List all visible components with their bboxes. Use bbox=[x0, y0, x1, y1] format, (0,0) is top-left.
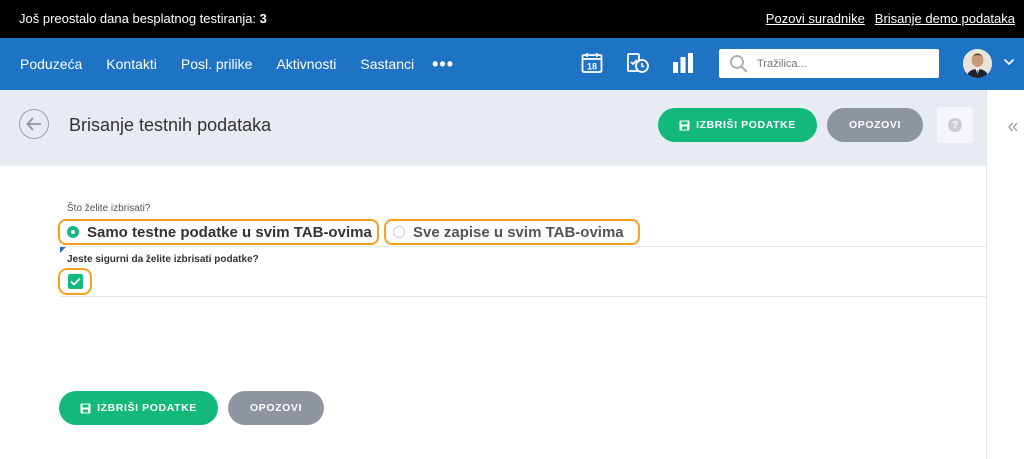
confirm-label: Jeste sigurni da želite izbrisati podatk… bbox=[67, 254, 259, 265]
trial-days-notice: Još preostalo dana besplatnog testiranja… bbox=[19, 11, 267, 26]
delete-demo-data-link[interactable]: Brisanje demo podataka bbox=[875, 11, 1015, 26]
chevron-down-icon[interactable] bbox=[1003, 58, 1015, 66]
confirm-checkbox-highlight bbox=[58, 268, 92, 295]
required-marker bbox=[60, 247, 66, 253]
page-title: Brisanje testnih podataka bbox=[69, 115, 272, 135]
delete-data-label: IZBRIŠI PODATKE bbox=[696, 119, 796, 131]
back-button[interactable] bbox=[19, 109, 49, 139]
trial-text: Još preostalo dana besplatnog testiranja… bbox=[19, 11, 257, 26]
radio-selected-icon bbox=[67, 226, 79, 238]
svg-text:18: 18 bbox=[587, 62, 597, 72]
radio-all-records[interactable]: Sve zapise u svim TAB-ovima bbox=[384, 219, 640, 245]
delete-data-button-bottom[interactable]: IZBRIŠI PODATKE bbox=[59, 391, 218, 425]
delete-scope-label: Što želite izbrisati? bbox=[67, 203, 151, 214]
nav-item-companies[interactable]: Poduzeća bbox=[20, 56, 82, 72]
help-button[interactable]: ? bbox=[937, 107, 973, 143]
calendar-icon[interactable]: 18 bbox=[581, 52, 603, 74]
save-disk-icon bbox=[80, 403, 91, 413]
radio-unselected-icon bbox=[393, 226, 405, 238]
search-box bbox=[719, 49, 939, 78]
radio-label: Sve zapise u svim TAB-ovima bbox=[413, 223, 624, 241]
task-clock-icon[interactable] bbox=[626, 52, 649, 74]
help-icon: ? bbox=[948, 118, 962, 132]
cancel-button-top[interactable]: OPOZOVI bbox=[827, 108, 923, 142]
user-avatar[interactable] bbox=[963, 49, 992, 78]
delete-data-label: IZBRIŠI PODATKE bbox=[97, 402, 197, 414]
main-nav: Poduzeća Kontakti Posl. prilike Aktivnos… bbox=[0, 38, 1024, 90]
nav-more-icon[interactable]: ••• bbox=[432, 54, 454, 75]
checkmark-icon bbox=[69, 277, 81, 286]
cancel-button-bottom[interactable]: OPOZOVI bbox=[228, 391, 324, 425]
trial-bar: Još preostalo dana besplatnog testiranja… bbox=[0, 0, 1024, 38]
nav-item-contacts[interactable]: Kontakti bbox=[106, 56, 157, 72]
search-icon bbox=[730, 55, 748, 73]
nav-item-activities[interactable]: Aktivnosti bbox=[276, 56, 336, 72]
double-chevron-left-icon[interactable] bbox=[1008, 122, 1018, 132]
nav-item-opportunities[interactable]: Posl. prilike bbox=[181, 56, 253, 72]
page-header: Brisanje testnih podataka IZBRIŠI PODATK… bbox=[0, 90, 986, 166]
search-input[interactable] bbox=[757, 54, 927, 73]
trial-days-count: 3 bbox=[259, 11, 267, 26]
divider bbox=[60, 296, 986, 297]
divider bbox=[60, 246, 986, 247]
bar-chart-icon[interactable] bbox=[672, 52, 694, 74]
radio-test-data-only[interactable]: Samo testne podatke u svim TAB-ovima bbox=[58, 219, 379, 245]
radio-label: Samo testne podatke u svim TAB-ovima bbox=[87, 223, 372, 241]
save-disk-icon bbox=[679, 120, 690, 130]
nav-item-meetings[interactable]: Sastanci bbox=[360, 56, 414, 72]
arrow-left-icon bbox=[26, 117, 41, 131]
delete-data-button-top[interactable]: IZBRIŠI PODATKE bbox=[658, 108, 817, 142]
confirm-checkbox[interactable] bbox=[67, 274, 83, 289]
side-panel bbox=[986, 90, 1024, 459]
invite-colleagues-link[interactable]: Pozovi suradnike bbox=[766, 11, 865, 26]
